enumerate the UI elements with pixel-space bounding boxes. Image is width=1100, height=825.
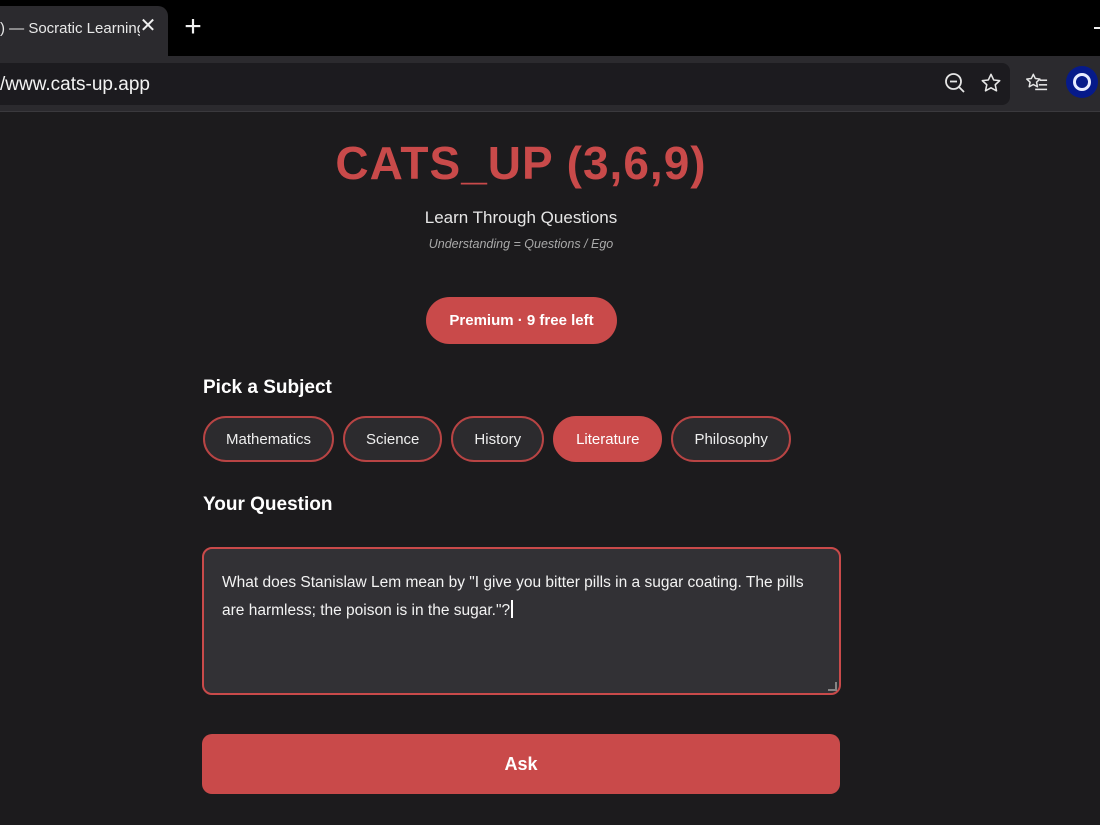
ask-button[interactable]: Ask	[202, 734, 840, 794]
zoom-out-icon[interactable]	[943, 71, 967, 95]
subject-chip-science[interactable]: Science	[343, 416, 443, 462]
subject-chips: Mathematics Science History Literature P…	[203, 416, 791, 462]
app-title: CATS_UP (3,6,9)	[335, 137, 707, 189]
question-heading: Your Question	[203, 494, 333, 515]
profile-avatar[interactable]	[1066, 66, 1098, 98]
app-tagline: Understanding = Questions / Ego	[428, 237, 614, 251]
star-icon[interactable]	[979, 71, 1003, 95]
browser-toolbar: /www.cats-up.app	[0, 56, 1100, 112]
url-text[interactable]: /www.cats-up.app	[0, 74, 150, 96]
question-textarea[interactable]: What does Stanislaw Lem mean by "I give …	[202, 547, 841, 695]
favorites-list-icon[interactable]	[1024, 71, 1050, 95]
subject-chip-mathematics[interactable]: Mathematics	[203, 416, 335, 462]
resize-handle-icon[interactable]	[828, 682, 837, 691]
window-minimize-icon[interactable]	[1094, 27, 1100, 29]
close-tab-icon[interactable]: ✕	[139, 15, 157, 37]
subject-chip-literature[interactable]: Literature	[553, 416, 663, 462]
browser-tab[interactable]: ) — Socratic Learning ✕	[0, 6, 168, 56]
question-text: What does Stanislaw Lem mean by "I give …	[222, 574, 804, 619]
new-tab-icon[interactable]: +	[180, 12, 206, 42]
text-caret	[511, 600, 513, 618]
subject-chip-philosophy[interactable]: Philosophy	[671, 416, 791, 462]
subject-heading: Pick a Subject	[203, 377, 332, 398]
profile-icon	[1073, 73, 1091, 91]
browser-tab-bar: ) — Socratic Learning ✕ +	[0, 0, 1100, 56]
address-bar[interactable]: /www.cats-up.app	[0, 63, 1010, 105]
subject-chip-history[interactable]: History	[451, 416, 545, 462]
tab-title: ) — Socratic Learning	[0, 20, 140, 37]
app-subtitle: Learn Through Questions	[424, 208, 618, 227]
premium-badge[interactable]: Premium · 9 free left	[426, 297, 617, 344]
